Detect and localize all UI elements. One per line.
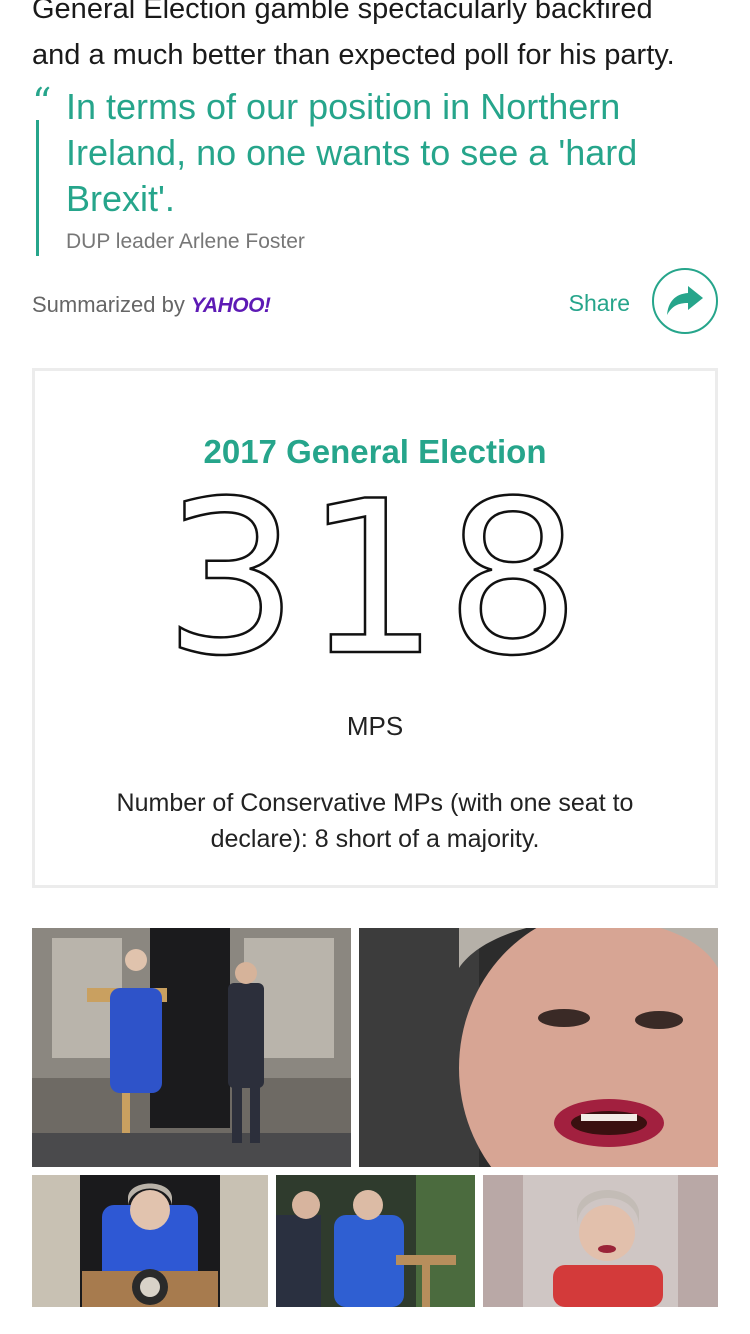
pull-quote: “ In terms of our position in Northern I…	[32, 80, 712, 256]
gallery-photo-2[interactable]	[359, 928, 718, 1167]
summary-row: Summarized by YAHOO! Share	[32, 268, 718, 338]
share-link[interactable]: Share	[569, 290, 630, 317]
article-text: General Election gamble spectacularly ba…	[32, 0, 732, 78]
election-stat-card: 2017 General Election 318 MPS Number of …	[32, 368, 718, 888]
share-button[interactable]	[652, 268, 718, 334]
stat-unit: MPS	[346, 711, 404, 741]
stat-caption: Number of Conservative MPs (with one sea…	[116, 789, 634, 853]
quote-bar	[36, 120, 39, 256]
article-line-1: General Election gamble spectacularly ba…	[32, 0, 653, 25]
summarized-label: Summarized by	[32, 292, 185, 317]
quote-attribution: DUP leader Arlene Foster	[66, 230, 305, 253]
stat-value-text: 318	[162, 455, 587, 702]
gallery-photo-1[interactable]	[32, 928, 351, 1167]
share-arrow-icon	[667, 286, 703, 315]
gallery-photo-3[interactable]	[32, 1175, 268, 1307]
gallery-photo-4[interactable]	[276, 1175, 475, 1307]
quote-text: In terms of our position in Northern Ire…	[66, 86, 638, 219]
quote-mark-icon: “	[32, 80, 52, 124]
stat-value: 318	[35, 471, 715, 686]
yahoo-logo: YAHOO!	[190, 294, 271, 317]
summarized-by: Summarized by YAHOO!	[32, 292, 271, 318]
article-line-2: and a much better than expected poll for…	[32, 39, 675, 71]
gallery-photo-5[interactable]	[483, 1175, 718, 1307]
